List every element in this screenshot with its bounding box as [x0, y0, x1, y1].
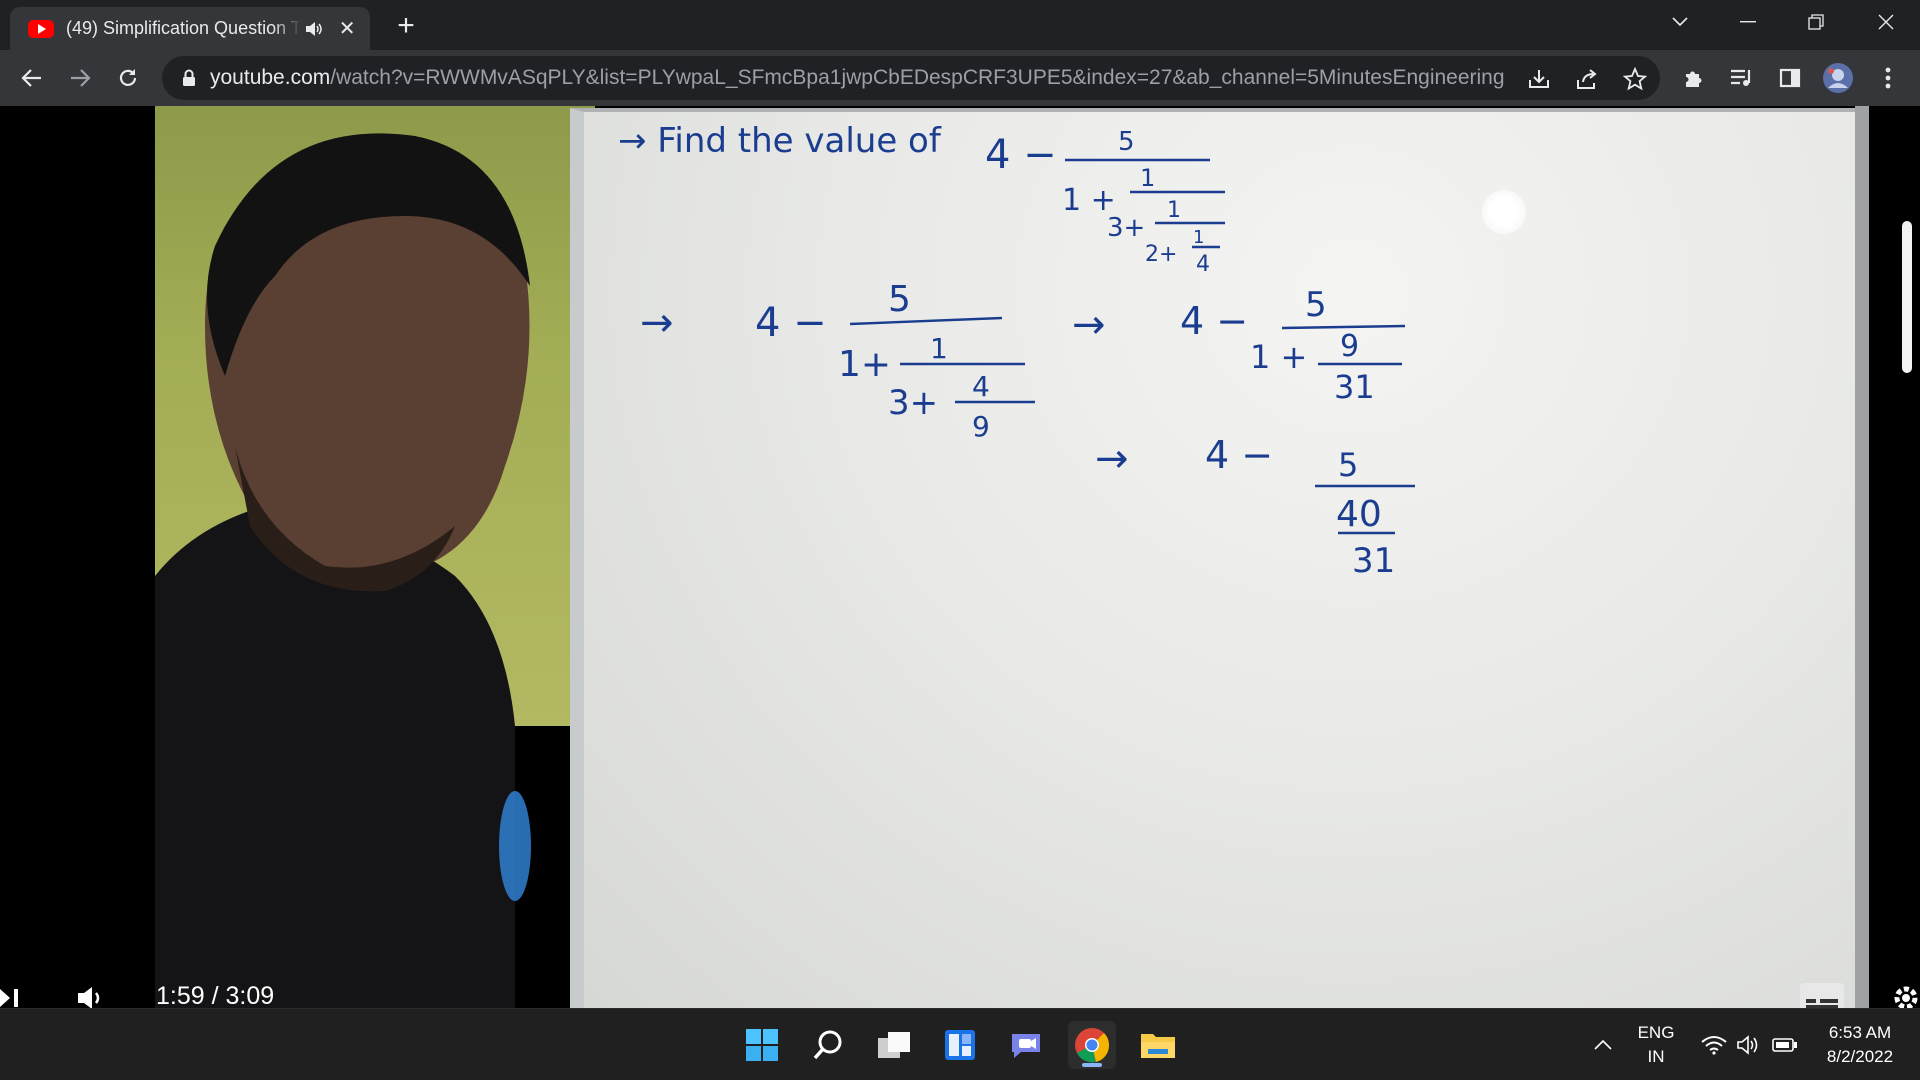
board-step3-n1: 5	[1338, 446, 1358, 484]
input-language-indicator[interactable]: ENG IN	[1630, 1019, 1682, 1071]
reload-icon[interactable]	[110, 60, 146, 96]
media-control-icon[interactable]	[1726, 62, 1758, 94]
close-icon[interactable]	[1858, 0, 1914, 44]
address-bar[interactable]: youtube.com/watch?v=RWWMvASqPLY&list=PLY…	[162, 56, 1660, 100]
url-host: youtube.com	[210, 66, 331, 89]
share-icon[interactable]	[1572, 64, 1602, 94]
battery-icon[interactable]	[1770, 1019, 1800, 1071]
youtube-favicon-icon	[28, 19, 54, 38]
board-step2-arrow: →	[1072, 302, 1106, 348]
board-line1-head: 4 −	[985, 132, 1057, 178]
board-step3-d2: 31	[1352, 541, 1395, 581]
page-scrollbar[interactable]	[1902, 221, 1912, 373]
subtitles-icon[interactable]	[1800, 978, 1844, 1008]
board-step1-n3: 4	[972, 370, 990, 403]
board-line1-t4: 2+	[1145, 242, 1177, 267]
board-step2-head: 4 −	[1180, 299, 1248, 343]
board-step2-n1: 5	[1305, 285, 1327, 325]
windows-start-icon[interactable]	[738, 1021, 786, 1069]
board-step3-head: 4 −	[1205, 433, 1273, 477]
browser-toolbar: youtube.com/watch?v=RWWMvASqPLY&list=PLY…	[0, 50, 1920, 106]
settings-gear-icon[interactable]	[1892, 978, 1920, 1008]
board-step1-t2: 1+	[838, 344, 891, 385]
wifi-icon[interactable]	[1698, 1019, 1730, 1071]
board-step3-arrow: →	[1095, 436, 1129, 482]
clock-time: 6:53 AM	[1828, 1023, 1892, 1042]
board-line1-t3: 3+	[1107, 213, 1145, 243]
browser-tab[interactable]: (49) Simplification Question Tutorial ✕	[10, 7, 370, 50]
bookmark-star-icon[interactable]	[1620, 64, 1650, 94]
board-step1-head: 4 −	[755, 300, 827, 346]
show-hidden-icons-icon[interactable]	[1588, 1019, 1618, 1071]
url-path: /watch?v=RWWMvASqPLY&list=PLYwpaL_SFmcBp…	[330, 66, 1505, 89]
board-step2-t2: 1 +	[1250, 338, 1307, 376]
language-region: IN	[1647, 1047, 1665, 1066]
board-line1-prefix: → Find the value of	[618, 121, 942, 161]
side-panel-icon[interactable]	[1774, 62, 1806, 94]
board-step2-n2: 9	[1340, 329, 1359, 364]
time-separator: /	[204, 982, 226, 1008]
next-video-icon[interactable]	[0, 978, 22, 1008]
volume-icon[interactable]	[76, 978, 106, 1008]
board-line1-n2: 1	[1140, 164, 1155, 192]
tab-close-button[interactable]: ✕	[336, 18, 358, 40]
restore-icon[interactable]	[1788, 0, 1844, 44]
lock-icon[interactable]	[182, 69, 196, 87]
task-view-icon[interactable]	[870, 1021, 918, 1069]
speaker-volume-icon[interactable]	[1734, 1019, 1762, 1071]
file-explorer-icon[interactable]	[1134, 1021, 1182, 1069]
back-icon[interactable]	[14, 60, 50, 96]
language-code: ENG	[1637, 1023, 1675, 1042]
duration: 3:09	[225, 982, 275, 1008]
board-step1-n1: 5	[888, 279, 911, 320]
chrome-icon[interactable]	[1068, 1021, 1116, 1069]
url-text: youtube.com/watch?v=RWWMvASqPLY&list=PLY…	[210, 66, 1540, 90]
new-tab-button[interactable]: +	[390, 9, 422, 42]
board-line1-n4: 1	[1193, 227, 1204, 248]
board-step2-d2: 31	[1334, 368, 1375, 406]
windows-taskbar: ENG IN 6:53 AM 8/2/2022	[0, 1008, 1920, 1080]
system-clock[interactable]: 6:53 AM 8/2/2022	[1810, 1019, 1910, 1071]
board-step1-t3: 3+	[888, 383, 938, 423]
forward-icon[interactable]	[62, 60, 98, 96]
profile-avatar-icon[interactable]	[1822, 62, 1854, 94]
board-line1-n3: 1	[1167, 198, 1181, 223]
video-time-display: 1:59 / 3:09	[156, 982, 274, 1008]
tab-title: (49) Simplification Question Tutorial	[66, 18, 301, 38]
current-time: 1:59	[156, 982, 205, 1008]
extensions-icon[interactable]	[1678, 62, 1710, 94]
video-player[interactable]: → Find the value of 4 − 5 1 + 1 3+ 1 2+ …	[0, 106, 1920, 1008]
board-step1-n2: 1	[930, 332, 948, 365]
presenter-figure	[155, 133, 531, 1008]
board-line1-n1: 5	[1118, 127, 1135, 157]
minimize-icon[interactable]	[1720, 0, 1776, 44]
board-step1-d3: 9	[972, 410, 990, 443]
active-app-indicator	[1082, 1063, 1102, 1067]
board-line1-d4: 4	[1196, 252, 1210, 277]
teams-chat-icon[interactable]	[1002, 1021, 1050, 1069]
search-icon[interactable]	[804, 1021, 852, 1069]
install-app-icon[interactable]	[1524, 64, 1554, 94]
speaker-icon[interactable]	[305, 19, 325, 39]
chrome-menu-icon[interactable]	[1872, 62, 1904, 94]
board-step1-arrow: →	[640, 300, 674, 346]
board-step3-n2: 40	[1336, 494, 1382, 535]
chevron-down-icon[interactable]	[1652, 0, 1708, 44]
widgets-icon[interactable]	[936, 1021, 984, 1069]
clock-date: 8/2/2022	[1826, 1047, 1894, 1066]
tab-strip: (49) Simplification Question Tutorial ✕ …	[0, 0, 1920, 50]
